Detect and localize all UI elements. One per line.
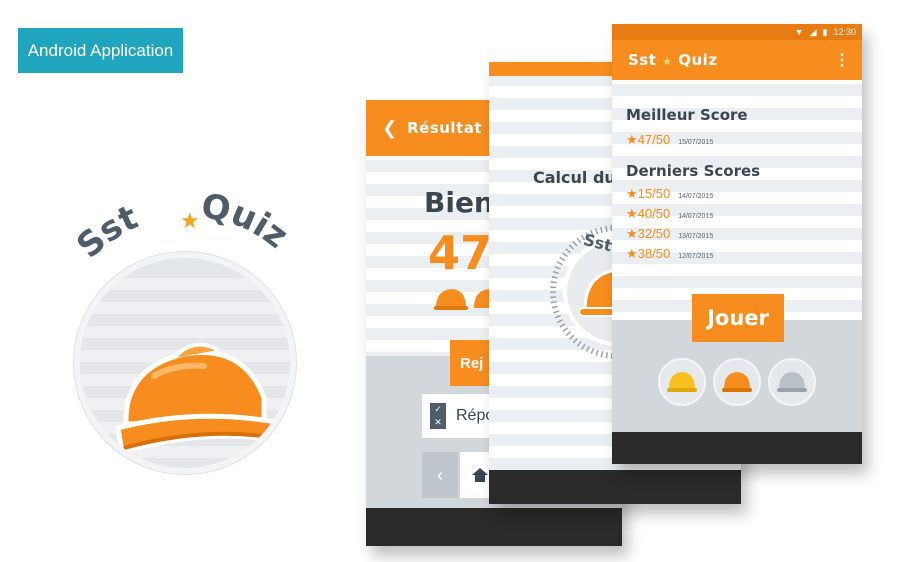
calculating-heading: Calcul du — [533, 168, 616, 187]
recent-score-row: ★15/50 14/07/2015 — [626, 186, 714, 201]
home-screen: ▼ ◢ ▮ 12:30 Sst ★ Quiz ⋮ Meilleur Score … — [612, 24, 862, 432]
recent-score-row: ★38/50 12/07/2015 — [626, 246, 714, 261]
chevron-left-icon[interactable]: ❮ — [382, 118, 397, 139]
status-bar: ▼ ◢ ▮ 12:30 — [612, 24, 862, 40]
signal-icon: ◢ — [809, 26, 817, 37]
wifi-icon: ▼ — [794, 27, 804, 37]
gold-helmet-icon — [667, 372, 697, 392]
star-icon: ★ — [662, 55, 673, 68]
best-score-row: ★47/50 15/07/2015 — [626, 132, 714, 147]
logo-word-right: Quiz — [199, 190, 296, 257]
more-vert-icon[interactable]: ⋮ — [834, 50, 850, 70]
app-logo: Sst ★ Quiz — [60, 190, 310, 480]
recent-scores-title: Derniers Scores — [626, 162, 761, 180]
gold-helmet-badge[interactable] — [658, 358, 706, 406]
logo-word-left: Sst — [69, 197, 143, 266]
recent-score-row: ★40/50 14/07/2015 — [626, 206, 714, 221]
logo-badge — [74, 252, 296, 474]
android-application-tag: Android Application — [18, 28, 183, 73]
home-app-title: Sst ★ Quiz — [628, 51, 718, 69]
orange-helmet-icon — [722, 372, 752, 392]
result-heading: Bien — [424, 186, 494, 219]
home-icon — [472, 468, 488, 482]
svg-text:Sst: Sst — [69, 197, 143, 266]
home-app-bar: Sst ★ Quiz ⋮ — [612, 40, 862, 80]
play-button[interactable]: Jouer — [692, 294, 784, 342]
chevron-left-icon[interactable]: ‹ — [422, 452, 458, 498]
logo-star-icon: ★ — [180, 209, 200, 234]
recent-score-row: ★32/50 13/07/2015 — [626, 226, 714, 241]
status-time: 12:30 — [833, 27, 856, 37]
phone-home-screen: ▼ ◢ ▮ 12:30 Sst ★ Quiz ⋮ Meilleur Score … — [612, 24, 862, 464]
checklist-icon: ✓ ✕ — [430, 403, 446, 429]
silver-helmet-icon — [777, 372, 807, 392]
helmet-icon — [115, 342, 281, 456]
result-title: Résultat — [407, 119, 483, 137]
battery-icon: ▮ — [822, 26, 828, 37]
svg-text:Quiz: Quiz — [199, 190, 296, 257]
best-score-title: Meilleur Score — [626, 106, 748, 124]
orange-helmet-badge[interactable] — [713, 358, 761, 406]
tag-label: Android Application — [27, 40, 174, 60]
silver-helmet-badge[interactable] — [768, 358, 816, 406]
